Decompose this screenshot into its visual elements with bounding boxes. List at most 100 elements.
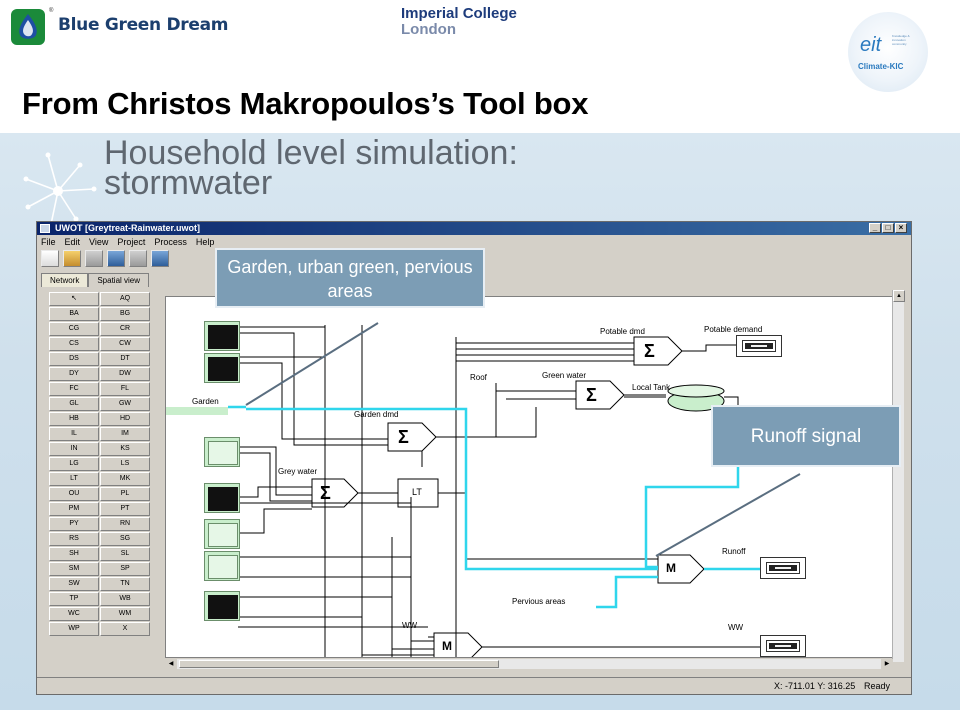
pointer-tool-button[interactable]: ↖: [49, 292, 99, 306]
palette-button[interactable]: BG: [100, 307, 150, 321]
palette-button[interactable]: PL: [100, 487, 150, 501]
palette-button[interactable]: IN: [49, 442, 99, 456]
open-folder-icon[interactable]: [63, 250, 81, 267]
shower-node-icon[interactable]: [204, 519, 240, 549]
palette-button[interactable]: DY: [49, 367, 99, 381]
palette-button[interactable]: LS: [100, 457, 150, 471]
palette-button[interactable]: SM: [49, 562, 99, 576]
scroll-up-icon[interactable]: ▲: [893, 290, 905, 302]
settings-icon[interactable]: [129, 250, 147, 267]
menu-process[interactable]: Process: [154, 237, 187, 247]
palette-button[interactable]: IM: [100, 427, 150, 441]
palette-button[interactable]: SW: [49, 577, 99, 591]
sink-node-icon[interactable]: [204, 483, 240, 513]
palette-button[interactable]: HD: [100, 412, 150, 426]
palette-button[interactable]: SP: [100, 562, 150, 576]
local-tank-label: Local Tank: [632, 383, 671, 392]
app-icon: [40, 224, 50, 233]
green-water-sum[interactable]: Σ: [586, 385, 597, 405]
palette-button[interactable]: DW: [100, 367, 150, 381]
palette-button[interactable]: BA: [49, 307, 99, 321]
panel-subtitle: Household level simulation: stormwater: [104, 136, 518, 200]
garden-dmd-label: Garden dmd: [354, 410, 399, 419]
tab-network[interactable]: Network: [41, 273, 89, 287]
palette-button[interactable]: PY: [49, 517, 99, 531]
horizontal-scrollbar[interactable]: ◀ ▶: [165, 659, 893, 669]
ww-sink[interactable]: [760, 635, 806, 657]
ww-out-label: WW: [728, 623, 744, 632]
palette-button[interactable]: LT: [49, 472, 99, 486]
close-button[interactable]: ×: [895, 223, 907, 233]
scroll-left-icon[interactable]: ◀: [165, 659, 177, 669]
toilet-node-icon[interactable]: [204, 353, 240, 383]
palette-button[interactable]: AQ: [100, 292, 150, 306]
palette-button[interactable]: TP: [49, 592, 99, 606]
badge-small: Knowledge & innovation community: [892, 34, 910, 46]
status-coordinates: X: -711.01 Y: 316.25: [774, 681, 856, 691]
scroll-right-icon[interactable]: ▶: [881, 659, 893, 669]
palette-button[interactable]: TN: [100, 577, 150, 591]
menu-file[interactable]: File: [41, 237, 56, 247]
palette-button[interactable]: WC: [49, 607, 99, 621]
washing-machine-node-icon[interactable]: [204, 551, 240, 581]
potable-demand-sink[interactable]: [736, 335, 782, 357]
palette-button[interactable]: CW: [100, 337, 150, 351]
palette-button[interactable]: PT: [100, 502, 150, 516]
window-titlebar[interactable]: UWOT [Greytreat-Rainwater.uwot] _ □ ×: [37, 222, 911, 235]
save-icon[interactable]: [85, 250, 103, 267]
status-ready: Ready: [864, 681, 891, 691]
palette-button[interactable]: SG: [100, 532, 150, 546]
palette-button[interactable]: GW: [100, 397, 150, 411]
ww-mixer[interactable]: M: [442, 639, 452, 653]
bath-node-icon[interactable]: [204, 437, 240, 467]
org-name: Blue Green Dream: [58, 15, 229, 35]
search-icon[interactable]: [151, 250, 169, 267]
palette-button[interactable]: RS: [49, 532, 99, 546]
menu-edit[interactable]: Edit: [65, 237, 81, 247]
minimize-button[interactable]: _: [869, 223, 881, 233]
palette-button[interactable]: DT: [100, 352, 150, 366]
palette-button[interactable]: WB: [100, 592, 150, 606]
potable-dmd-sum[interactable]: Σ: [644, 341, 655, 361]
garden-callout: Garden, urban green, pervious areas: [215, 248, 485, 308]
palette-button[interactable]: WP: [49, 622, 99, 636]
palette-button[interactable]: SL: [100, 547, 150, 561]
palette-button[interactable]: RN: [100, 517, 150, 531]
pervious-areas-label: Pervious areas: [512, 597, 566, 606]
partner-line-1: Imperial College: [401, 5, 517, 22]
scroll-thumb[interactable]: [179, 660, 499, 668]
menu-help[interactable]: Help: [196, 237, 215, 247]
palette-button[interactable]: CR: [100, 322, 150, 336]
palette-button[interactable]: CG: [49, 322, 99, 336]
palette-button[interactable]: DS: [49, 352, 99, 366]
palette-button[interactable]: FL: [100, 382, 150, 396]
palette-button[interactable]: FC: [49, 382, 99, 396]
palette-button[interactable]: X: [100, 622, 150, 636]
garden-dmd-sum[interactable]: Σ: [398, 427, 409, 447]
partner-logo-text: Imperial College London: [401, 6, 517, 38]
palette-button[interactable]: HB: [49, 412, 99, 426]
green-water-label: Green water: [542, 371, 587, 380]
dishwasher-node-icon[interactable]: [204, 591, 240, 621]
garden-tap-node-icon[interactable]: [204, 321, 240, 351]
palette-button[interactable]: PM: [49, 502, 99, 516]
palette-button[interactable]: SH: [49, 547, 99, 561]
palette-button[interactable]: CS: [49, 337, 99, 351]
vertical-scrollbar[interactable]: ▲: [892, 290, 905, 662]
palette-button[interactable]: WM: [100, 607, 150, 621]
palette-button[interactable]: MK: [100, 472, 150, 486]
new-file-icon[interactable]: [41, 250, 59, 267]
palette-button[interactable]: IL: [49, 427, 99, 441]
grey-water-sum[interactable]: Σ: [320, 483, 331, 503]
palette-button[interactable]: KS: [100, 442, 150, 456]
palette-button[interactable]: GL: [49, 397, 99, 411]
tab-spatial-view[interactable]: Spatial view: [88, 273, 150, 287]
palette-button[interactable]: LG: [49, 457, 99, 471]
menu-project[interactable]: Project: [117, 237, 145, 247]
runoff-mixer[interactable]: M: [666, 561, 676, 575]
garden-node[interactable]: [166, 407, 228, 415]
palette-button[interactable]: OU: [49, 487, 99, 501]
edit-icon[interactable]: [107, 250, 125, 267]
menu-view[interactable]: View: [89, 237, 108, 247]
maximize-button[interactable]: □: [882, 223, 894, 233]
